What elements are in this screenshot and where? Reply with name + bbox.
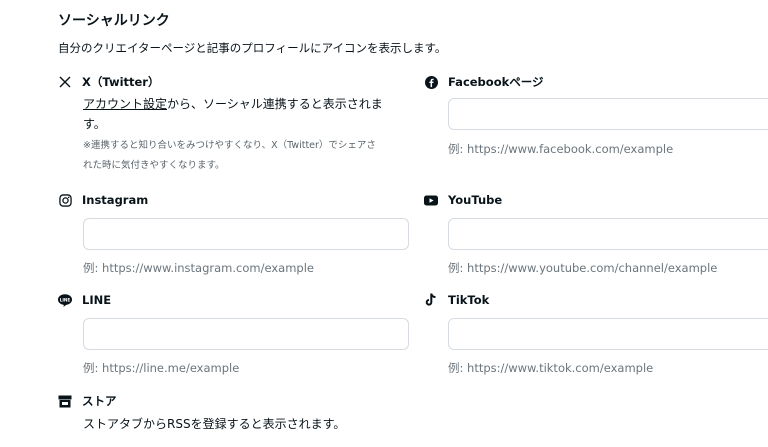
tiktok-field-title: TikTok bbox=[424, 293, 489, 307]
twitter-field-title: X（Twitter） bbox=[58, 74, 159, 90]
instagram-label: Instagram bbox=[82, 193, 149, 207]
svg-text:LINE: LINE bbox=[60, 297, 71, 302]
instagram-icon bbox=[58, 193, 72, 207]
twitter-note: アカウント設定から、ソーシャル連携すると表示されま す。 bbox=[83, 94, 403, 134]
youtube-example: 例: https://www.youtube.com/channel/examp… bbox=[448, 261, 718, 275]
section-title: ソーシャルリンク bbox=[58, 13, 170, 29]
line-field-title: LINE LINE bbox=[58, 293, 111, 307]
tiktok-label: TikTok bbox=[448, 293, 490, 307]
store-label: ストア bbox=[82, 394, 117, 408]
line-icon: LINE bbox=[58, 293, 72, 307]
facebook-url-input[interactable] bbox=[448, 98, 768, 130]
youtube-icon bbox=[424, 193, 438, 207]
youtube-label: YouTube bbox=[448, 193, 503, 207]
youtube-field-title: YouTube bbox=[424, 193, 502, 207]
store-field-title: ストア bbox=[58, 393, 117, 409]
line-example: 例: https://line.me/example bbox=[83, 361, 240, 375]
facebook-label: Facebookページ bbox=[448, 75, 544, 89]
twitter-small-note-2: れた時に気付きやすくなります。 bbox=[83, 160, 225, 171]
twitter-label: X（Twitter） bbox=[82, 75, 160, 89]
facebook-example: 例: https://www.facebook.com/example bbox=[448, 142, 674, 156]
line-url-input[interactable] bbox=[83, 318, 409, 350]
twitter-note-wrap: す。 bbox=[83, 117, 106, 131]
facebook-field-title: Facebookページ bbox=[424, 74, 544, 90]
x-icon bbox=[58, 75, 72, 89]
youtube-url-input[interactable] bbox=[448, 218, 768, 250]
store-icon bbox=[58, 394, 72, 408]
tiktok-url-input[interactable] bbox=[448, 318, 768, 350]
tiktok-icon bbox=[424, 293, 438, 307]
twitter-small-note-1: ※連携すると知り合いをみつけやすくなり、X（Twitter）でシェアさ bbox=[83, 140, 376, 151]
instagram-example: 例: https://www.instagram.com/example bbox=[83, 261, 314, 275]
store-note: ストアタブからRSSを登録すると表示されます。 bbox=[83, 417, 346, 431]
instagram-field-title: Instagram bbox=[58, 193, 148, 207]
line-label: LINE bbox=[82, 293, 112, 307]
facebook-icon bbox=[424, 75, 438, 89]
account-settings-link[interactable]: アカウント設定 bbox=[83, 97, 167, 111]
twitter-note-text: から、ソーシャル連携すると表示されま bbox=[167, 97, 383, 111]
twitter-small-note: ※連携すると知り合いをみつけやすくなり、X（Twitter）でシェアさ れた時に… bbox=[83, 136, 413, 176]
section-description: 自分のクリエイターページと記事のプロフィールにアイコンを表示します。 bbox=[58, 41, 447, 55]
tiktok-example: 例: https://www.tiktok.com/example bbox=[448, 361, 654, 375]
instagram-url-input[interactable] bbox=[83, 218, 409, 250]
